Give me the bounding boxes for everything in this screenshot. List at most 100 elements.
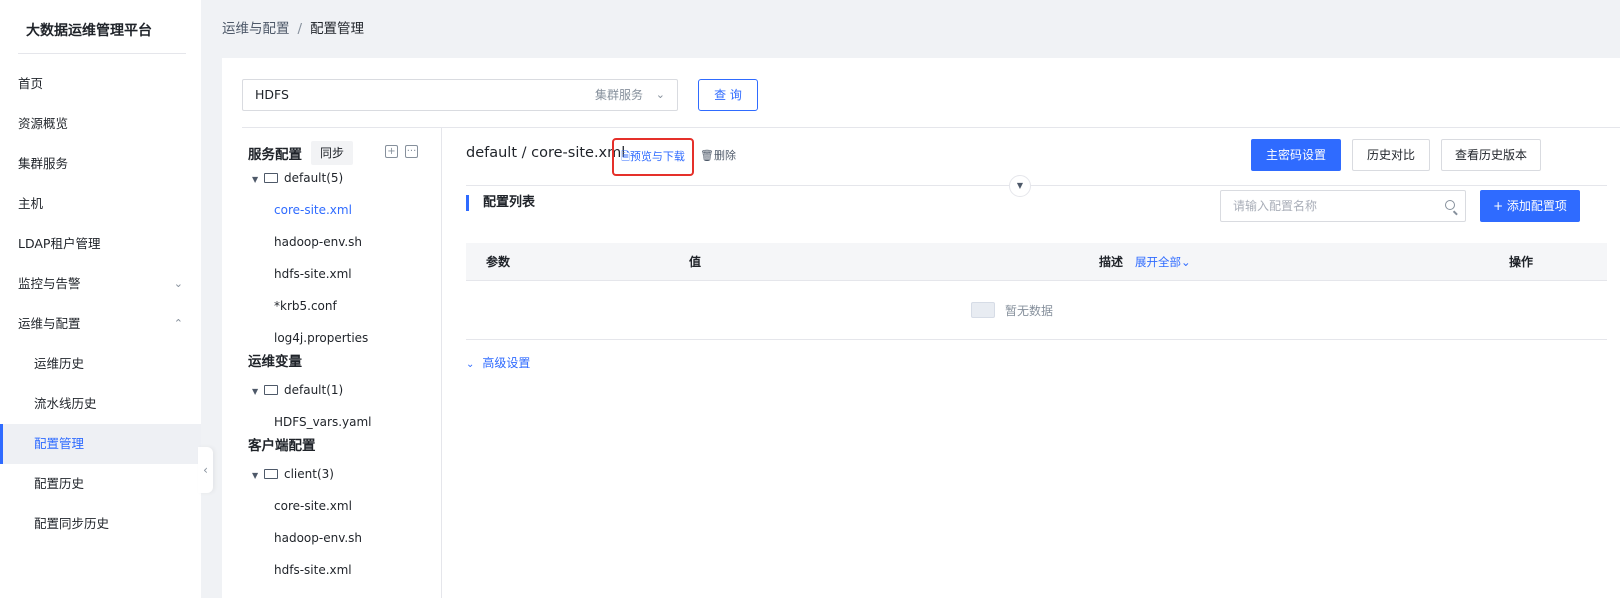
sidebar-item-config-history[interactable]: 配置历史: [0, 464, 201, 504]
caret-down-icon: ▼: [252, 471, 259, 480]
sidebar-item-label: LDAP租户管理: [18, 236, 101, 251]
master-password-button[interactable]: 主密码设置: [1251, 139, 1341, 171]
caret-down-icon: ▼: [252, 175, 259, 184]
divider: [242, 127, 1620, 128]
chevron-left-icon: ‹: [203, 463, 208, 477]
sidebar-item-monitoring[interactable]: 监控与告警 ⌄: [0, 264, 201, 304]
tree-file[interactable]: hadoop-env.sh: [274, 232, 362, 252]
sidebar-item-resource-overview[interactable]: 资源概览: [0, 104, 201, 144]
folder-open-icon: [264, 469, 278, 479]
column-header-desc: 描述: [1099, 255, 1124, 269]
tree-folder-client[interactable]: ▼ client(3): [252, 464, 334, 484]
file-icon: 🗎: [621, 150, 630, 163]
sidebar-item-ldap[interactable]: LDAP租户管理: [0, 224, 201, 264]
breadcrumb-separator: /: [297, 21, 303, 37]
sidebar-item-label: 首页: [18, 76, 44, 91]
column-header-value: 值: [689, 255, 702, 269]
sidebar-item-label: 集群服务: [18, 156, 69, 171]
delete-link[interactable]: 🗑删除: [700, 147, 736, 163]
sidebar-item-label: 配置同步历史: [34, 516, 110, 531]
table-empty-state: 暂无数据: [466, 281, 1607, 340]
tree-file[interactable]: hdfs-site.xml: [274, 264, 352, 284]
chevron-up-icon: ⌃: [173, 317, 183, 330]
tree-folder-default[interactable]: ▼ default(1): [252, 380, 343, 400]
more-icon[interactable]: ···: [405, 145, 418, 158]
sidebar-item-label: 流水线历史: [34, 396, 97, 411]
breadcrumb: 运维与配置 / 配置管理: [222, 17, 364, 37]
breadcrumb-current: 配置管理: [310, 21, 365, 37]
sidebar-item-label: 运维历史: [34, 356, 85, 371]
sidebar-item-hosts[interactable]: 主机: [0, 184, 201, 224]
config-tree: 服务配置 同步 + ··· ▼ default(5) core-site.xml …: [222, 128, 442, 598]
tree-folder-label: client(3): [284, 467, 334, 481]
tree-file[interactable]: hdfs-site.xml: [274, 560, 352, 580]
config-file-title: default / core-site.xml: [466, 145, 626, 161]
search-icon[interactable]: [1445, 200, 1455, 210]
tree-heading-ops-vars: 运维变量: [248, 354, 302, 370]
service-select-value: HDFS: [255, 87, 289, 102]
sidebar-item-pipeline-history[interactable]: 流水线历史: [0, 384, 201, 424]
sidebar-item-cluster-services[interactable]: 集群服务: [0, 144, 201, 184]
column-header-action: 操作: [1509, 255, 1534, 269]
config-search: [1220, 190, 1466, 222]
config-search-input[interactable]: [1221, 191, 1431, 221]
folder-open-icon: [264, 173, 278, 183]
sidebar: 大数据运维管理平台 首页 资源概览 集群服务 主机 LDAP租户管理 监控与告警…: [0, 0, 201, 598]
sidebar-item-label: 运维与配置: [18, 316, 81, 331]
caret-down-icon[interactable]: ▼: [1009, 175, 1031, 197]
sidebar-item-ops-history[interactable]: 运维历史: [0, 344, 201, 384]
tree-file[interactable]: log4j.properties: [274, 328, 368, 348]
divider: [466, 185, 1607, 186]
tree-folder-default[interactable]: ▼ default(5): [252, 168, 343, 188]
chevron-down-icon: ⌄: [1181, 255, 1191, 269]
sidebar-item-label: 配置管理: [34, 436, 85, 451]
chevron-down-icon: ⌄: [466, 359, 475, 370]
sidebar-collapse-button[interactable]: ‹: [198, 447, 213, 493]
trash-icon: 🗑: [700, 149, 714, 162]
preview-download-label: 预览与下载: [629, 150, 685, 163]
view-history-button[interactable]: 查看历史版本: [1441, 139, 1541, 171]
tree-heading-client-config: 客户端配置: [248, 438, 316, 454]
chevron-down-icon: ⌄: [655, 88, 665, 101]
tree-file[interactable]: core-site.xml: [274, 496, 352, 516]
empty-box-icon: [971, 302, 995, 318]
tree-heading-service-config: 服务配置: [248, 147, 302, 163]
sidebar-item-home[interactable]: 首页: [0, 64, 201, 104]
expand-all-link[interactable]: 展开全部⌄: [1135, 243, 1191, 281]
section-title: 配置列表: [466, 195, 535, 211]
tree-folder-label: default(1): [284, 383, 344, 397]
advanced-settings-label: 高级设置: [482, 356, 531, 370]
advanced-settings-toggle[interactable]: ⌄ 高级设置: [466, 354, 530, 371]
tree-folder-label: default(5): [284, 171, 344, 185]
sidebar-item-label: 资源概览: [18, 116, 69, 131]
chevron-down-icon: ⌄: [173, 277, 183, 290]
service-select-placeholder: 集群服务: [594, 88, 643, 102]
history-compare-button[interactable]: 历史对比: [1352, 139, 1430, 171]
sidebar-item-label: 主机: [18, 196, 44, 211]
table-header: 参数 值 描述 展开全部⌄ 操作: [466, 243, 1607, 281]
expand-all-label: 展开全部: [1135, 255, 1181, 269]
sidebar-item-config-management[interactable]: 配置管理: [0, 424, 201, 464]
main-card: HDFS 集群服务 ⌄ 查 询 服务配置 同步 + ··· ▼ default(5…: [222, 58, 1620, 598]
add-config-item-button[interactable]: + 添加配置项: [1480, 190, 1580, 222]
tree-file[interactable]: core-site.xml: [274, 200, 352, 220]
tree-file[interactable]: *krb5.conf: [274, 296, 337, 316]
tree-file[interactable]: hadoop-env.sh: [274, 528, 362, 548]
sidebar-item-config-sync-history[interactable]: 配置同步历史: [0, 504, 201, 544]
delete-label: 删除: [713, 149, 736, 162]
empty-text: 暂无数据: [1005, 304, 1054, 318]
add-file-icon[interactable]: +: [385, 145, 398, 158]
breadcrumb-parent[interactable]: 运维与配置: [222, 21, 290, 37]
app-title: 大数据运维管理平台: [18, 18, 186, 54]
folder-open-icon: [264, 385, 278, 395]
preview-download-link[interactable]: 🗎预览与下载: [612, 138, 694, 176]
column-header-param: 参数: [486, 255, 511, 269]
query-button[interactable]: 查 询: [698, 79, 758, 111]
sidebar-item-label: 配置历史: [34, 476, 85, 491]
sidebar-item-ops-config[interactable]: 运维与配置 ⌃: [0, 304, 201, 344]
caret-down-icon: ▼: [252, 387, 259, 396]
tree-file[interactable]: HDFS_vars.yaml: [274, 412, 372, 432]
service-select[interactable]: HDFS 集群服务 ⌄: [242, 79, 678, 111]
sync-button[interactable]: 同步: [311, 141, 353, 165]
sidebar-item-label: 监控与告警: [18, 276, 81, 291]
